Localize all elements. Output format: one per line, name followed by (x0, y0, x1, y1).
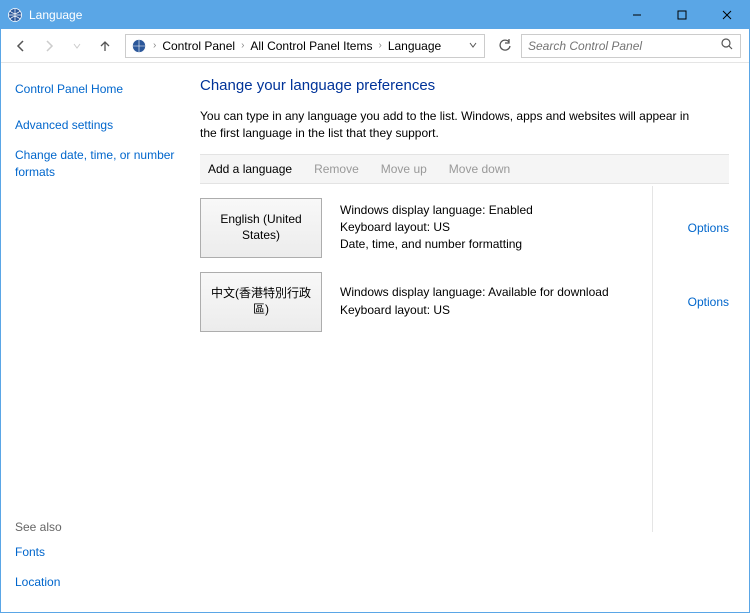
display-language-status: Windows display language: Available for … (340, 284, 688, 301)
keyboard-layout: Keyboard layout: US (340, 302, 688, 319)
chevron-right-icon: › (150, 40, 159, 51)
window-title: Language (29, 8, 614, 22)
language-tile[interactable]: English (United States) (200, 198, 322, 258)
language-tile[interactable]: 中文(香港特別行政區) (200, 272, 322, 332)
action-bar: Add a language Remove Move up Move down (200, 154, 729, 184)
chevron-right-icon: › (375, 40, 384, 51)
sidebar-home-link[interactable]: Control Panel Home (15, 81, 182, 97)
options-link[interactable]: Options (688, 295, 729, 309)
language-app-icon (7, 7, 23, 23)
sidebar-link-advanced[interactable]: Advanced settings (15, 117, 182, 133)
main-layout: Control Panel Home Advanced settings Cha… (1, 63, 749, 612)
minimize-button[interactable] (614, 1, 659, 29)
sidebar-link-dateformat[interactable]: Change date, time, or number formats (15, 147, 182, 179)
language-row[interactable]: 中文(香港特別行政區) Windows display language: Av… (200, 272, 729, 332)
breadcrumb-item[interactable]: All Control Panel Items (247, 39, 375, 53)
search-icon[interactable] (720, 37, 734, 54)
add-language-button[interactable]: Add a language (208, 162, 292, 176)
display-language-status: Windows display language: Enabled (340, 202, 688, 219)
window-controls (614, 1, 749, 29)
maximize-button[interactable] (659, 1, 704, 29)
sidebar-link-location[interactable]: Location (15, 574, 182, 590)
language-list: English (United States) Windows display … (200, 198, 729, 332)
options-link[interactable]: Options (688, 221, 729, 235)
close-button[interactable] (704, 1, 749, 29)
breadcrumb[interactable]: › Control Panel › All Control Panel Item… (125, 34, 485, 58)
recent-dropdown-icon[interactable] (65, 34, 89, 58)
chevron-right-icon: › (238, 40, 247, 51)
breadcrumb-item[interactable]: Control Panel (159, 39, 238, 53)
remove-button: Remove (314, 162, 359, 176)
control-panel-icon (131, 38, 147, 54)
move-up-button: Move up (381, 162, 427, 176)
refresh-button[interactable] (493, 34, 517, 58)
titlebar: Language (1, 1, 749, 29)
see-also-label: See also (15, 520, 182, 534)
breadcrumb-item[interactable]: Language (385, 39, 444, 53)
page-title: Change your language preferences (200, 77, 729, 94)
language-row[interactable]: English (United States) Windows display … (200, 198, 729, 258)
sidebar: Control Panel Home Advanced settings Cha… (1, 63, 196, 612)
page-description: You can type in any language you add to … (200, 108, 700, 142)
language-details: Windows display language: Enabled Keyboa… (322, 202, 688, 254)
language-details: Windows display language: Available for … (322, 284, 688, 319)
divider-line (652, 186, 653, 532)
keyboard-layout: Keyboard layout: US (340, 219, 688, 236)
breadcrumb-dropdown-icon[interactable] (464, 39, 482, 53)
back-button[interactable] (9, 34, 33, 58)
up-button[interactable] (93, 34, 117, 58)
search-box[interactable] (521, 34, 741, 58)
format-status: Date, time, and number formatting (340, 236, 688, 253)
sidebar-link-fonts[interactable]: Fonts (15, 544, 182, 560)
forward-button[interactable] (37, 34, 61, 58)
move-down-button: Move down (449, 162, 510, 176)
content: Change your language preferences You can… (196, 63, 749, 612)
toolbar: › Control Panel › All Control Panel Item… (1, 29, 749, 63)
search-input[interactable] (528, 39, 720, 53)
